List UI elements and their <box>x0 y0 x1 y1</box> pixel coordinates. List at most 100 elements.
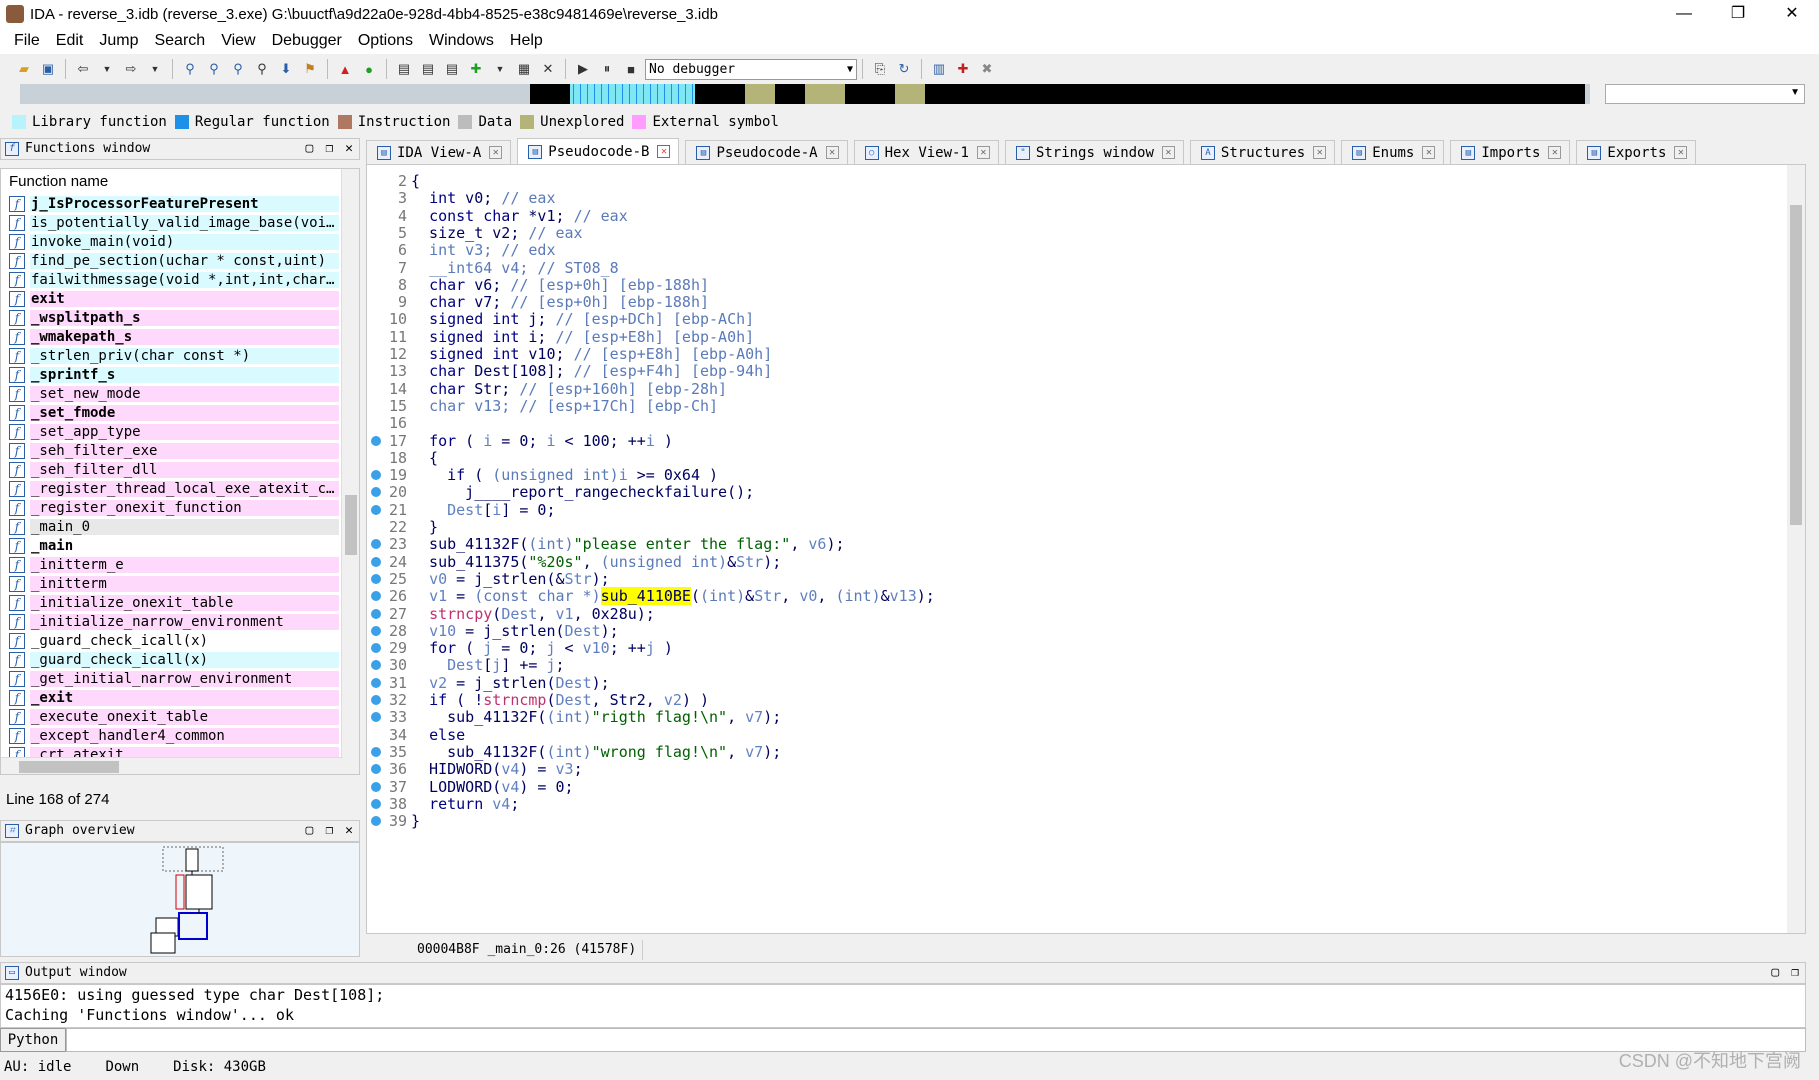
graph-overview-canvas[interactable] <box>1 843 361 956</box>
python-command-input[interactable] <box>66 1028 1806 1052</box>
function-list-item[interactable]: f exit <box>9 289 339 308</box>
function-list-item[interactable]: f invoke_main(void) <box>9 232 339 251</box>
function-list-item[interactable]: f _execute_onexit_table <box>9 707 339 726</box>
function-list-item[interactable]: f _except_handler4_common <box>9 726 339 745</box>
function-list-item[interactable]: f _seh_filter_exe <box>9 441 339 460</box>
functions-vertical-scrollbar[interactable] <box>341 169 359 774</box>
close-tab-icon[interactable]: ✕ <box>1313 146 1327 159</box>
undefine-icon[interactable]: ✕ <box>538 59 558 79</box>
menu-help[interactable]: Help <box>502 32 551 50</box>
stop-icon[interactable]: ■ <box>621 59 641 79</box>
graph-overview[interactable] <box>0 842 360 957</box>
struct-icon[interactable]: ▤ <box>442 59 462 79</box>
function-list-item[interactable]: f _initterm <box>9 574 339 593</box>
menu-options[interactable]: Options <box>350 32 421 50</box>
function-list-item[interactable]: f _guard_check_icall(x) <box>9 631 339 650</box>
play-icon[interactable]: ▶ <box>573 59 593 79</box>
function-list-item[interactable]: f _initialize_onexit_table <box>9 593 339 612</box>
search-binary-icon[interactable]: ⚲ <box>180 59 200 79</box>
tab-enums[interactable]: ▤ Enums ✕ <box>1341 140 1445 164</box>
function-list-item[interactable]: f j_IsProcessorFeaturePresent <box>9 194 339 213</box>
function-list-item[interactable]: f _initterm_e <box>9 555 339 574</box>
close-panel-icon[interactable]: ✕ <box>345 141 353 156</box>
close-tab-icon[interactable]: ✕ <box>1161 146 1175 159</box>
restore-panel-icon[interactable]: ▢ <box>1771 965 1779 980</box>
maximize-button[interactable]: ❐ <box>1711 0 1765 28</box>
function-list-item[interactable]: f _exit <box>9 688 339 707</box>
close-tab-icon[interactable]: ✕ <box>1674 146 1688 159</box>
function-list-item[interactable]: f _main <box>9 536 339 555</box>
menu-search[interactable]: Search <box>146 32 213 50</box>
output-window[interactable]: 4156E0: using guessed type char Dest[108… <box>0 984 1806 1028</box>
green-circle-icon[interactable]: ● <box>359 59 379 79</box>
search-text-icon[interactable]: ⚲ <box>204 59 224 79</box>
attach-icon[interactable]: ⎘ <box>870 59 890 79</box>
forward-dropdown-icon[interactable]: ▼ <box>145 59 165 79</box>
restore-panel-icon[interactable]: ▢ <box>306 823 314 838</box>
menu-edit[interactable]: Edit <box>48 32 92 50</box>
tab-strings-window[interactable]: " Strings window ✕ <box>1004 140 1184 164</box>
function-list-item[interactable]: f _set_app_type <box>9 422 339 441</box>
function-list-item[interactable]: f _register_thread_local_exe_atexit_c… <box>9 479 339 498</box>
flag-icon[interactable]: ⚑ <box>300 59 320 79</box>
menu-file[interactable]: File <box>6 32 48 50</box>
jump-down-icon[interactable]: ⬇ <box>276 59 296 79</box>
close-tab-icon[interactable]: ✕ <box>1422 146 1436 159</box>
breakpoint-list-icon[interactable]: ▥ <box>929 59 949 79</box>
breakpoint-add-icon[interactable]: ✚ <box>953 59 973 79</box>
pause-icon[interactable]: ⏸ <box>597 59 617 79</box>
function-list-item[interactable]: f is_potentially_valid_image_base(voi… <box>9 213 339 232</box>
close-tab-icon[interactable]: ✕ <box>825 146 839 159</box>
close-tab-icon[interactable]: ✕ <box>657 145 671 158</box>
save-icon[interactable]: ▣ <box>38 59 58 79</box>
code-vertical-scrollbar[interactable] <box>1787 165 1805 933</box>
close-tab-icon[interactable]: ✕ <box>1548 146 1562 159</box>
menu-debugger[interactable]: Debugger <box>264 32 350 50</box>
menu-windows[interactable]: Windows <box>421 32 502 50</box>
restore-panel-icon[interactable]: ▢ <box>306 141 314 156</box>
function-list-item[interactable]: f _wsplitpath_s <box>9 308 339 327</box>
close-button[interactable]: ✕ <box>1765 0 1819 28</box>
float-panel-icon[interactable]: ❐ <box>325 823 333 838</box>
search-next-icon[interactable]: ⚲ <box>252 59 272 79</box>
close-tab-icon[interactable]: ✕ <box>976 146 990 159</box>
navigation-band[interactable] <box>20 84 1590 104</box>
unknown-icon[interactable]: ▦ <box>514 59 534 79</box>
segment-select[interactable]: ▼ <box>1605 84 1805 104</box>
function-list-item[interactable]: f _set_new_mode <box>9 384 339 403</box>
tab-pseudocode-b[interactable]: ▤ Pseudocode-B ✕ <box>517 138 680 164</box>
pseudocode-view[interactable]: 2{3 int v0; // eax 4 const char *v1; // e… <box>366 164 1806 960</box>
code-icon[interactable]: ▤ <box>394 59 414 79</box>
scrollbar-thumb[interactable] <box>1790 205 1802 525</box>
data-icon[interactable]: ▤ <box>418 59 438 79</box>
menu-view[interactable]: View <box>213 32 263 50</box>
forward-icon[interactable]: ⇨ <box>121 59 141 79</box>
back-icon[interactable]: ⇦ <box>73 59 93 79</box>
tab-hex-view-1[interactable]: ○ Hex View-1 ✕ <box>853 140 999 164</box>
search-immediate-icon[interactable]: ⚲ <box>228 59 248 79</box>
function-list-item[interactable]: f _register_onexit_function <box>9 498 339 517</box>
functions-horizontal-scrollbar[interactable] <box>1 757 343 774</box>
back-dropdown-icon[interactable]: ▼ <box>97 59 117 79</box>
function-list-item[interactable]: f _main_0 <box>9 517 339 536</box>
tab-imports[interactable]: ▤ Imports ✕ <box>1450 140 1571 164</box>
function-list-item[interactable]: f _get_initial_narrow_environment <box>9 669 339 688</box>
function-name-column-header[interactable]: Function name <box>9 173 108 190</box>
function-list-item[interactable]: f _seh_filter_dll <box>9 460 339 479</box>
function-list-item[interactable]: f _guard_check_icall(x) <box>9 650 339 669</box>
function-list-item[interactable]: f _strlen_priv(char const *) <box>9 346 339 365</box>
add-dropdown-icon[interactable]: ▼ <box>490 59 510 79</box>
open-folder-icon[interactable]: ▰ <box>14 59 34 79</box>
breakpoint-remove-icon[interactable]: ✖ <box>977 59 997 79</box>
function-list-item[interactable]: f _wmakepath_s <box>9 327 339 346</box>
add-icon[interactable]: ✚ <box>466 59 486 79</box>
scrollbar-thumb[interactable] <box>19 761 119 773</box>
function-list-item[interactable]: f failwithmessage(void *,int,int,char… <box>9 270 339 289</box>
float-panel-icon[interactable]: ❐ <box>1791 965 1799 980</box>
close-panel-icon[interactable]: ✕ <box>345 823 353 838</box>
function-list-item[interactable]: f _set_fmode <box>9 403 339 422</box>
function-list-item[interactable]: f _sprintf_s <box>9 365 339 384</box>
close-tab-icon[interactable]: ✕ <box>489 146 503 159</box>
tab-pseudocode-a[interactable]: ▤ Pseudocode-A ✕ <box>685 140 848 164</box>
graph-red-icon[interactable]: ▲ <box>335 59 355 79</box>
